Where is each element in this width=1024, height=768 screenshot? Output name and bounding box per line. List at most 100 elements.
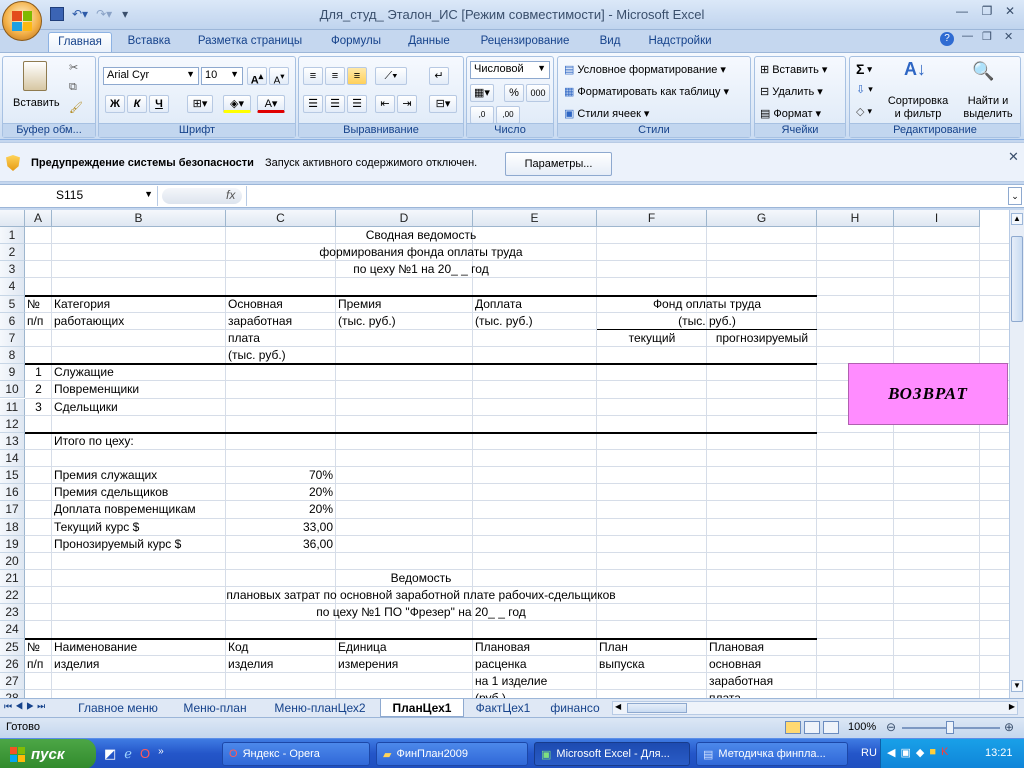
row-header[interactable]: 28 xyxy=(0,690,25,698)
back-icon[interactable]: ◀ xyxy=(887,746,895,759)
cell-text[interactable]: заработная xyxy=(228,313,333,330)
column-header-f[interactable]: F xyxy=(597,210,707,227)
sheet-tab[interactable]: ФактЦех1 xyxy=(466,699,540,717)
ribbon-restore-icon[interactable]: ❐ xyxy=(982,30,992,43)
row-header[interactable]: 25 xyxy=(0,638,25,656)
row-header[interactable]: 13 xyxy=(0,432,25,450)
row-header[interactable]: 11 xyxy=(0,398,25,416)
row-header[interactable]: 6 xyxy=(0,312,25,330)
row-header[interactable]: 18 xyxy=(0,518,25,536)
percent-button[interactable]: % xyxy=(504,84,524,102)
tab-home[interactable]: Главная xyxy=(48,32,112,52)
row-header[interactable]: 19 xyxy=(0,535,25,553)
row-header[interactable]: 20 xyxy=(0,552,25,570)
increase-decimal-icon[interactable]: ,0 xyxy=(470,106,494,124)
cell-text[interactable]: Фонд оплаты труда xyxy=(597,296,817,313)
borders-icon[interactable]: ⊞▾ xyxy=(187,95,213,113)
cell-text[interactable]: Пронозируемый курс $ xyxy=(54,536,224,553)
cut-icon[interactable]: ✂ xyxy=(69,61,78,74)
kaspersky-icon[interactable]: K xyxy=(941,746,948,759)
more-icon[interactable]: » xyxy=(158,746,164,762)
cell-text[interactable]: (тыс. руб.) xyxy=(228,347,333,364)
cell-text[interactable]: 3 xyxy=(25,399,52,416)
format-painter-icon[interactable]: 🖌 xyxy=(69,101,83,114)
cell-text[interactable]: работающих xyxy=(54,313,224,330)
horizontal-scrollbar[interactable]: ◀ ▶ xyxy=(612,701,1018,715)
align-left-icon[interactable]: ☰ xyxy=(303,95,323,113)
cell-text[interactable]: (тыс. руб.) xyxy=(597,313,817,330)
expand-formula-bar-icon[interactable]: ⌄ xyxy=(1008,187,1022,205)
row-header[interactable]: 24 xyxy=(0,621,25,639)
find-select-button[interactable]: Найти и выделить xyxy=(956,95,1020,121)
cell-text[interactable]: плановых затрат по основной заработной п… xyxy=(25,587,817,604)
taskbar-item[interactable]: O Яндекс - Opera xyxy=(222,742,370,766)
page-layout-view-icon[interactable] xyxy=(804,721,820,734)
column-header-e[interactable]: E xyxy=(473,210,597,227)
cell-text[interactable]: изделия xyxy=(54,656,224,673)
language-indicator[interactable]: RU xyxy=(861,747,877,759)
autosum-icon[interactable]: Σ ▾ xyxy=(856,61,872,77)
name-box[interactable]: S115 ▼ xyxy=(0,186,158,206)
orientation-icon[interactable]: ⟋▾ xyxy=(375,67,407,85)
fill-icon[interactable]: ⇩ ▾ xyxy=(856,83,873,96)
opera-icon[interactable]: O xyxy=(140,746,150,762)
redo-icon[interactable]: ↷▾ xyxy=(96,7,112,21)
cell-text[interactable]: по цеху №1 ПО "Фрезер" на 20_ _ год xyxy=(25,604,817,621)
sheet-tab[interactable]: Меню-планЦех2 xyxy=(262,699,378,717)
align-middle-icon[interactable]: ≡ xyxy=(325,67,345,85)
volume-icon[interactable]: ◆ xyxy=(916,746,924,759)
scroll-right-icon[interactable]: ▶ xyxy=(1009,702,1015,711)
tab-insert[interactable]: Вставка xyxy=(118,32,180,52)
cell-text[interactable]: выпуска xyxy=(599,656,704,673)
cell-text[interactable]: Плановая xyxy=(709,639,814,656)
tab-formulas[interactable]: Формулы xyxy=(320,32,392,52)
tab-data[interactable]: Данные xyxy=(398,32,460,52)
restore-icon[interactable]: ❐ xyxy=(977,4,997,22)
column-header-c[interactable]: C xyxy=(226,210,336,227)
cell-text[interactable]: Единица xyxy=(338,639,468,656)
customize-qat-icon[interactable]: ▾ xyxy=(122,7,128,21)
cell-text[interactable]: Служащие xyxy=(54,364,224,381)
decrease-indent-icon[interactable]: ⇤ xyxy=(375,95,395,113)
currency-icon[interactable]: ▦▾ xyxy=(470,84,494,102)
cell-text[interactable]: Итого по цеху: xyxy=(54,433,224,450)
cell-text[interactable]: расценка xyxy=(475,656,595,673)
number-format-box[interactable]: Числовой ▼ xyxy=(470,61,550,79)
row-header[interactable]: 5 xyxy=(0,295,25,313)
row-header[interactable]: 15 xyxy=(0,467,25,485)
wrap-text-icon[interactable]: ↵ xyxy=(429,67,449,85)
column-header-g[interactable]: G xyxy=(707,210,817,227)
cell-text[interactable]: Премия служащих xyxy=(54,467,224,484)
insert-cells-button[interactable]: ⊞ Вставить ▾ xyxy=(760,63,827,77)
delete-cells-button[interactable]: ⊟ Удалить ▾ xyxy=(760,85,823,99)
sort-filter-button[interactable]: Сортировка и фильтр xyxy=(886,95,950,121)
zoom-out-icon[interactable]: ⊖ xyxy=(886,720,896,734)
ie-icon[interactable]: ℯ xyxy=(124,746,132,762)
cell-text[interactable]: Ведомость xyxy=(25,570,817,587)
cell-text[interactable]: Премия xyxy=(338,296,468,313)
spreadsheet-grid[interactable]: ABCDEFGHI 1 2 3 4 5 6 7 8 9 10 11 12 13 14 15 16 17 18 19 2… xyxy=(0,210,1009,698)
cell-text[interactable]: Код xyxy=(228,639,333,656)
cell-text[interactable]: 1 xyxy=(25,364,52,381)
taskbar-item-active[interactable]: ▣ Microsoft Excel - Для... xyxy=(534,742,690,766)
row-header[interactable]: 1 xyxy=(0,227,25,245)
shrink-font-icon[interactable]: A▾ xyxy=(269,67,289,86)
zoom-in-icon[interactable]: ⊕ xyxy=(1004,720,1014,734)
cell-text[interactable]: Категория xyxy=(54,296,224,313)
row-header[interactable]: 26 xyxy=(0,655,25,673)
h-scroll-thumb[interactable] xyxy=(627,703,687,713)
cell-text[interactable]: № xyxy=(27,296,52,313)
ribbon-minimize-icon[interactable]: — xyxy=(962,30,973,42)
increase-indent-icon[interactable]: ⇥ xyxy=(397,95,417,113)
page-break-view-icon[interactable] xyxy=(823,721,839,734)
help-icon[interactable]: ? xyxy=(940,32,954,46)
column-header-i[interactable]: I xyxy=(894,210,980,227)
row-header[interactable]: 21 xyxy=(0,570,25,588)
cell-text[interactable]: Текущий курс $ xyxy=(54,519,224,536)
sheet-nav-icons[interactable]: ⏮◀▶⏭ xyxy=(4,701,48,712)
app-tray-icon[interactable]: ■ xyxy=(929,746,936,759)
clear-icon[interactable]: ◇ ▾ xyxy=(856,105,872,118)
cell-text[interactable]: изделия xyxy=(228,656,333,673)
row-header[interactable]: 12 xyxy=(0,415,25,433)
grow-font-icon[interactable]: A▴ xyxy=(247,67,267,87)
